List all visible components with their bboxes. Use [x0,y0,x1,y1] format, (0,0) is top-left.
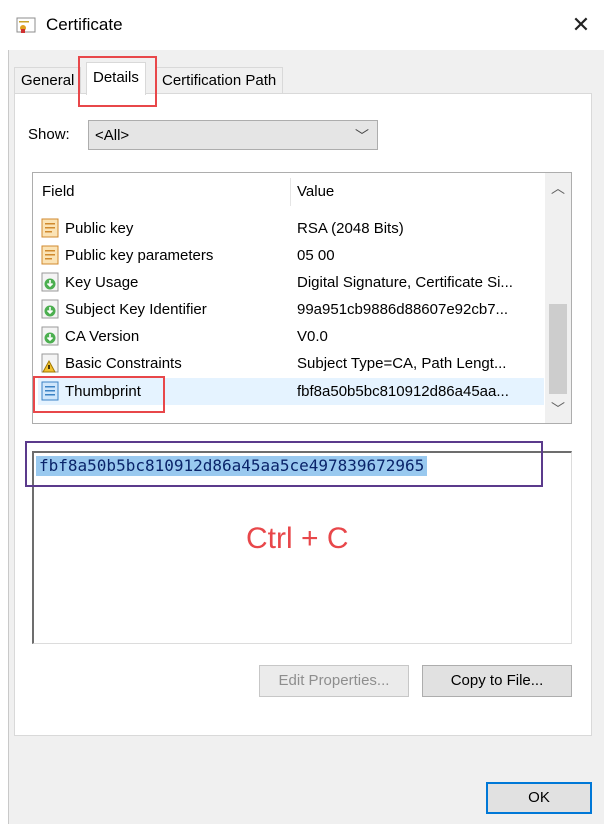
ok-button[interactable]: OK [486,782,592,814]
tab-general-label: General [21,72,75,89]
chevron-down-icon: ﹀ [355,128,369,144]
list-item-value: 99a951cb9886d88607e92cb7... [297,301,509,318]
list-item[interactable]: Public key RSA (2048 Bits) [38,215,544,242]
copy-to-file-button[interactable]: Copy to File... [422,665,572,697]
column-header-field[interactable]: Field [42,183,75,200]
scroll-down-arrow-icon[interactable]: ﹀ [545,396,571,422]
tab-details-label: Details [93,69,139,86]
tab-general[interactable]: General [14,67,82,94]
tab-certification-path-label: Certification Path [162,72,277,89]
list-item-field: Basic Constraints [65,355,182,372]
list-item[interactable]: Basic Constraints Subject Type=CA, Path … [38,350,544,377]
list-item-value: Subject Type=CA, Path Lengt... [297,355,507,372]
window-title: Certificate [46,15,123,34]
show-dropdown[interactable]: <All> ﹀ [88,120,378,150]
scroll-up-arrow-icon[interactable]: ︿ [545,175,571,201]
list-item-field: Public key parameters [65,247,214,264]
value-highlight-box [25,441,543,487]
list-item[interactable]: Public key parameters 05 00 [38,242,544,269]
show-label: Show: [28,126,70,143]
list-item-field: CA Version [65,328,140,345]
column-header-value[interactable]: Value [297,183,334,200]
ctrl-c-annotation: Ctrl + C [246,522,349,555]
extension-icon [41,326,59,346]
list-item-value: 05 00 [297,247,335,264]
list-item-field: Subject Key Identifier [65,301,207,318]
edit-properties-button[interactable]: Edit Properties... [259,665,409,697]
show-dropdown-value: <All> [95,127,130,144]
thumbprint-highlight [33,376,165,413]
close-button[interactable]: ✕ [566,10,596,40]
list-item[interactable]: Key Usage Digital Signature, Certificate… [38,269,544,296]
certificate-icon [16,17,36,33]
tab-certification-path[interactable]: Certification Path [155,67,284,94]
close-icon: ✕ [571,12,591,37]
extension-icon [41,272,59,292]
list-item[interactable]: Subject Key Identifier 99a951cb9886d8860… [38,296,544,323]
list-item-value: Digital Signature, Certificate Si... [297,274,513,291]
list-item-value: V0.0 [297,328,328,345]
list-item-value: RSA (2048 Bits) [297,220,404,237]
scrollbar-thumb[interactable] [549,304,567,394]
extension-icon [41,299,59,319]
list-item[interactable]: CA Version V0.0 [38,323,544,350]
tab-details[interactable]: Details [86,62,146,95]
list-item-field: Key Usage [65,274,139,291]
column-divider[interactable] [290,178,291,206]
document-icon [41,245,59,265]
document-icon [41,218,59,238]
warning-extension-icon [41,353,59,373]
list-item-value: fbf8a50b5bc810912d86a45aa... [297,383,509,400]
list-item-field: Public key [65,220,134,237]
